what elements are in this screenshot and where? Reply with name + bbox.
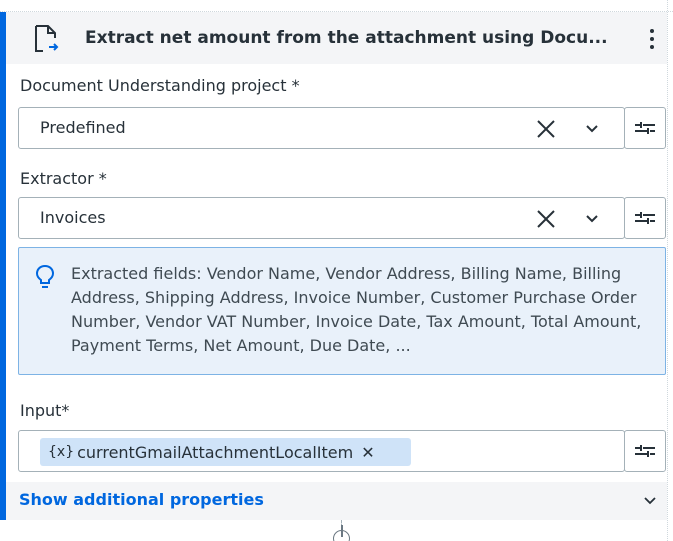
input-label: Input*	[20, 401, 70, 420]
activity-header[interactable]: Extract net amount from the attachment u…	[6, 12, 667, 64]
chevron-down-icon[interactable]	[643, 494, 657, 508]
extractor-label: Extractor *	[20, 169, 107, 188]
variable-chip-label: currentGmailAttachmentLocalItem	[77, 442, 354, 462]
extractor-select[interactable]: Invoices	[18, 197, 625, 239]
selection-accent-bar	[0, 12, 6, 520]
extracted-fields-info: Extracted fields: Vendor Name, Vendor Ad…	[18, 247, 666, 375]
chevron-down-icon[interactable]	[584, 211, 600, 227]
lightbulb-icon	[35, 264, 55, 288]
extracted-fields-text: Extracted fields: Vendor Name, Vendor Ad…	[71, 264, 642, 355]
input-options-button[interactable]	[624, 430, 666, 472]
additional-properties-toggle[interactable]: Show additional properties	[6, 482, 667, 520]
variable-icon: {x}	[48, 444, 75, 460]
chevron-down-icon[interactable]	[584, 121, 600, 137]
variable-chip[interactable]: {x} currentGmailAttachmentLocalItem ✕	[40, 438, 411, 466]
du-project-options-button[interactable]	[624, 107, 666, 149]
document-export-icon	[35, 25, 59, 52]
chip-remove-icon[interactable]: ✕	[361, 443, 374, 462]
du-project-value: Predefined	[40, 118, 126, 137]
extractor-value: Invoices	[40, 208, 106, 227]
input-field[interactable]: {x} currentGmailAttachmentLocalItem ✕	[18, 430, 625, 472]
kebab-menu-icon[interactable]	[644, 27, 660, 51]
clear-icon[interactable]	[535, 208, 557, 230]
options-icon	[635, 212, 655, 224]
extractor-options-button[interactable]	[624, 197, 666, 239]
show-additional-properties-link[interactable]: Show additional properties	[19, 490, 264, 509]
du-project-select[interactable]: Predefined	[18, 107, 625, 149]
options-icon	[635, 445, 655, 457]
canvas-top-edge	[0, 0, 673, 12]
clear-icon[interactable]	[535, 118, 557, 140]
canvas-right-edge	[667, 0, 673, 541]
activity-title: Extract net amount from the attachment u…	[85, 28, 608, 48]
options-icon	[635, 122, 655, 134]
du-project-label: Document Understanding project *	[20, 76, 300, 95]
activity-card[interactable]: Extract net amount from the attachment u…	[0, 12, 667, 520]
add-activity-connector-icon[interactable]	[333, 525, 350, 541]
